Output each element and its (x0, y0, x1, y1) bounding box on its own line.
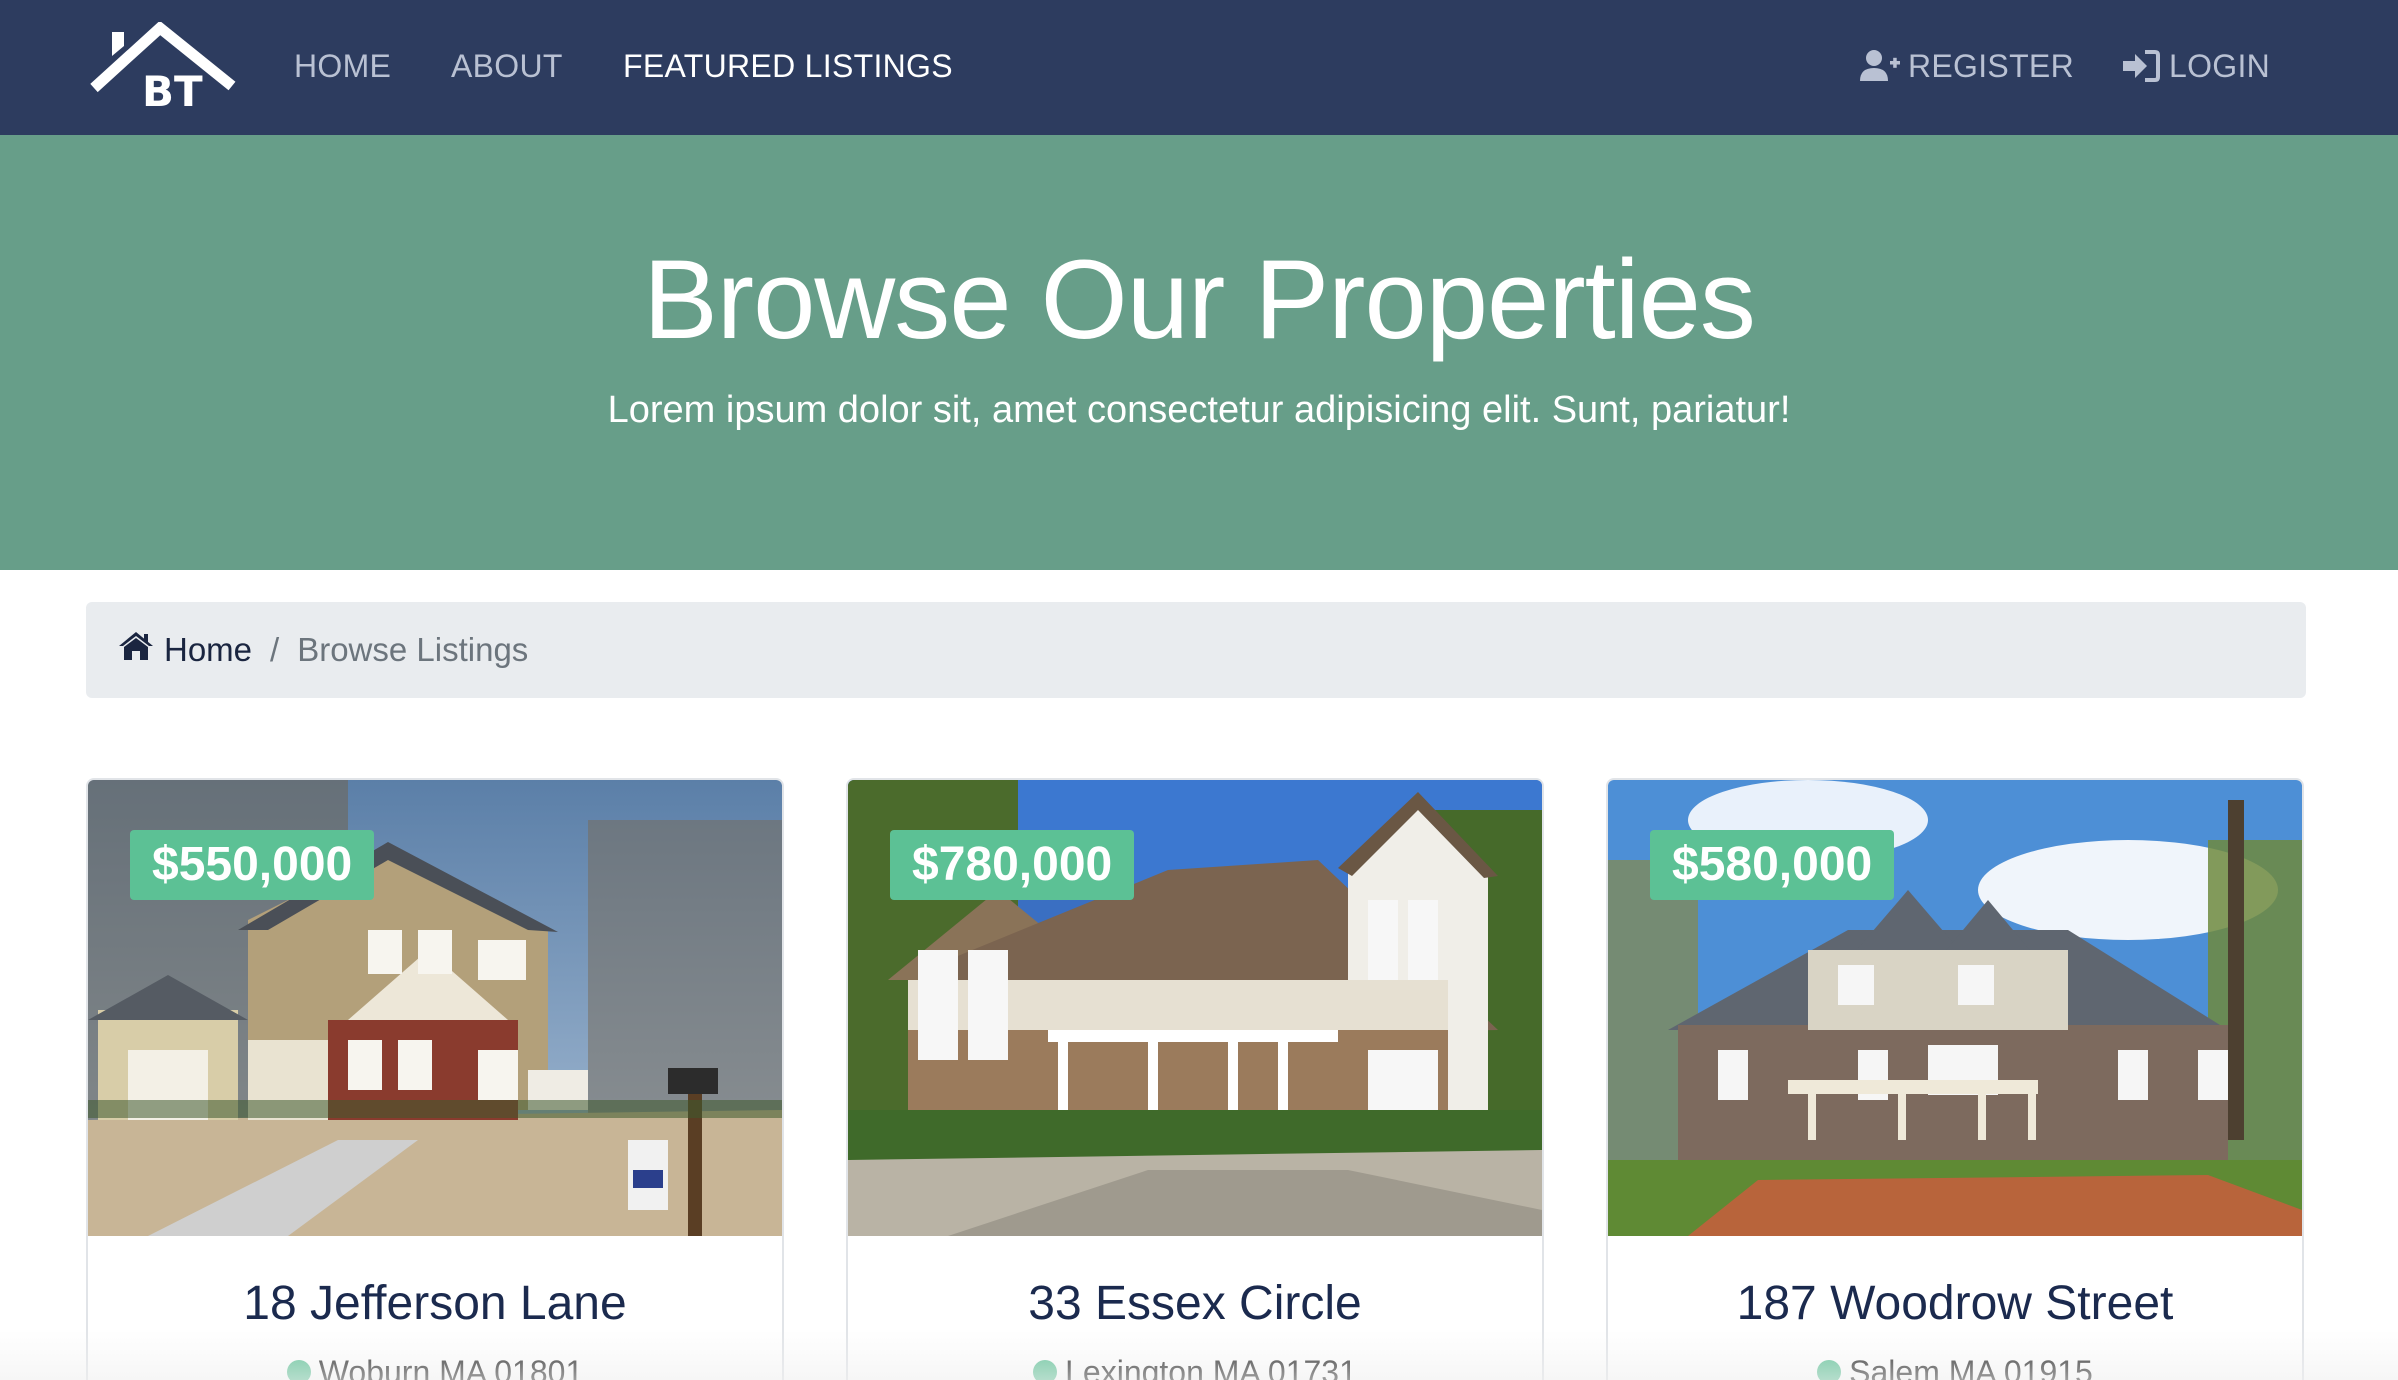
breadcrumb-current: Browse Listings (297, 631, 529, 668)
navbar: BT HOME ABOUT FEATURED LISTINGS REGISTER… (0, 0, 2398, 135)
nav-register-label: REGISTER (1908, 48, 2074, 84)
listing-card[interactable]: $550,000 18 Jefferson Lane Woburn MA 018… (86, 778, 784, 1380)
breadcrumb-home-label: Home (164, 631, 253, 668)
listing-photo[interactable]: $780,000 (848, 780, 1542, 1236)
nav-featured-listings[interactable]: FEATURED LISTINGS (623, 44, 953, 88)
nav-login[interactable]: LOGIN (2121, 44, 2270, 88)
user-plus-icon (1860, 49, 1900, 83)
sign-in-icon (2121, 49, 2161, 83)
nav-about[interactable]: ABOUT (451, 44, 563, 88)
breadcrumb-separator: / (270, 631, 280, 668)
map-marker-icon (286, 1359, 311, 1380)
breadcrumb: Home / Browse Listings (86, 602, 2306, 698)
map-marker-icon (1033, 1359, 1058, 1380)
listing-card[interactable]: $780,000 33 Essex Circle Lexington MA 01… (846, 778, 1544, 1380)
listing-title[interactable]: 18 Jefferson Lane (88, 1274, 782, 1334)
listing-title[interactable]: 187 Woodrow Street (1608, 1274, 2302, 1334)
listing-location: Woburn MA 01801 (88, 1352, 782, 1380)
price-badge: $550,000 (130, 830, 375, 900)
nav-home[interactable]: HOME (294, 44, 391, 88)
svg-text:BT: BT (142, 67, 203, 112)
nav-login-label: LOGIN (2169, 48, 2271, 84)
hero-banner: Browse Our Properties Lorem ipsum dolor … (0, 135, 2398, 570)
listing-location: Lexington MA 01731 (848, 1352, 1542, 1380)
brand-logo[interactable]: BT (90, 20, 240, 116)
listing-location: Salem MA 01915 (1608, 1352, 2302, 1380)
listing-location-text: Woburn MA 01801 (318, 1354, 584, 1380)
price-badge: $580,000 (1650, 830, 1895, 900)
listing-location-text: Salem MA 01915 (1849, 1354, 2093, 1380)
listing-card[interactable]: $580,000 187 Woodrow Street Salem MA 019… (1606, 778, 2304, 1380)
listing-title[interactable]: 33 Essex Circle (848, 1274, 1542, 1334)
price-badge: $780,000 (890, 830, 1135, 900)
listing-photo[interactable]: $550,000 (88, 780, 782, 1236)
page-title: Browse Our Properties (643, 237, 1756, 362)
listing-location-text: Lexington MA 01731 (1065, 1354, 1357, 1380)
breadcrumb-home-link[interactable]: Home (118, 631, 252, 669)
listing-photo[interactable]: $580,000 (1608, 780, 2302, 1236)
hero-subtitle: Lorem ipsum dolor sit, amet consectetur … (607, 389, 1791, 431)
map-marker-icon (1817, 1359, 1842, 1380)
nav-register[interactable]: REGISTER (1860, 44, 2074, 88)
home-icon (118, 631, 154, 669)
